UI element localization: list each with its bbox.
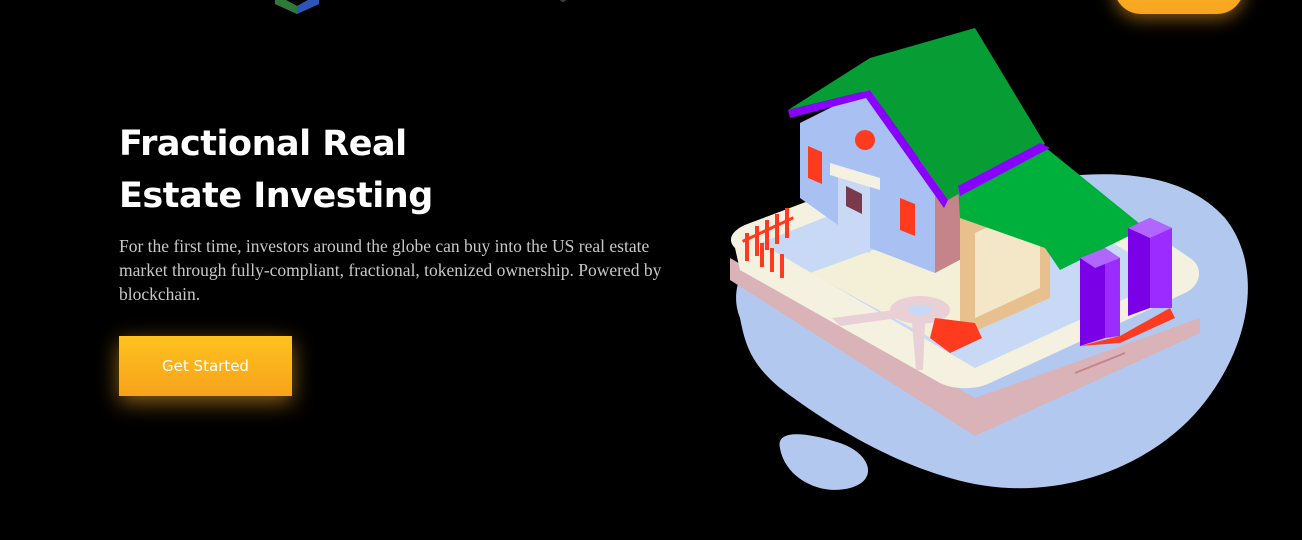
get-started-button[interactable]: Get Started bbox=[119, 336, 292, 396]
cube-logo-icon[interactable] bbox=[272, 0, 322, 14]
house-window-right bbox=[900, 198, 915, 236]
small-blob bbox=[779, 434, 869, 490]
hero-title: Fractional Real Estate Investing bbox=[119, 118, 433, 222]
house-on-phone-illustration bbox=[730, 28, 1248, 490]
house-round-window bbox=[855, 130, 875, 150]
hero-title-line-2: Estate Investing bbox=[119, 176, 433, 216]
header-cta-button[interactable] bbox=[1114, 0, 1244, 14]
hero-description: For the first time, investors around the… bbox=[119, 236, 662, 304]
hero-title-line-1: Fractional Real bbox=[119, 124, 407, 164]
house-window-left bbox=[808, 146, 822, 184]
nav-item-partial[interactable] bbox=[560, 0, 566, 2]
